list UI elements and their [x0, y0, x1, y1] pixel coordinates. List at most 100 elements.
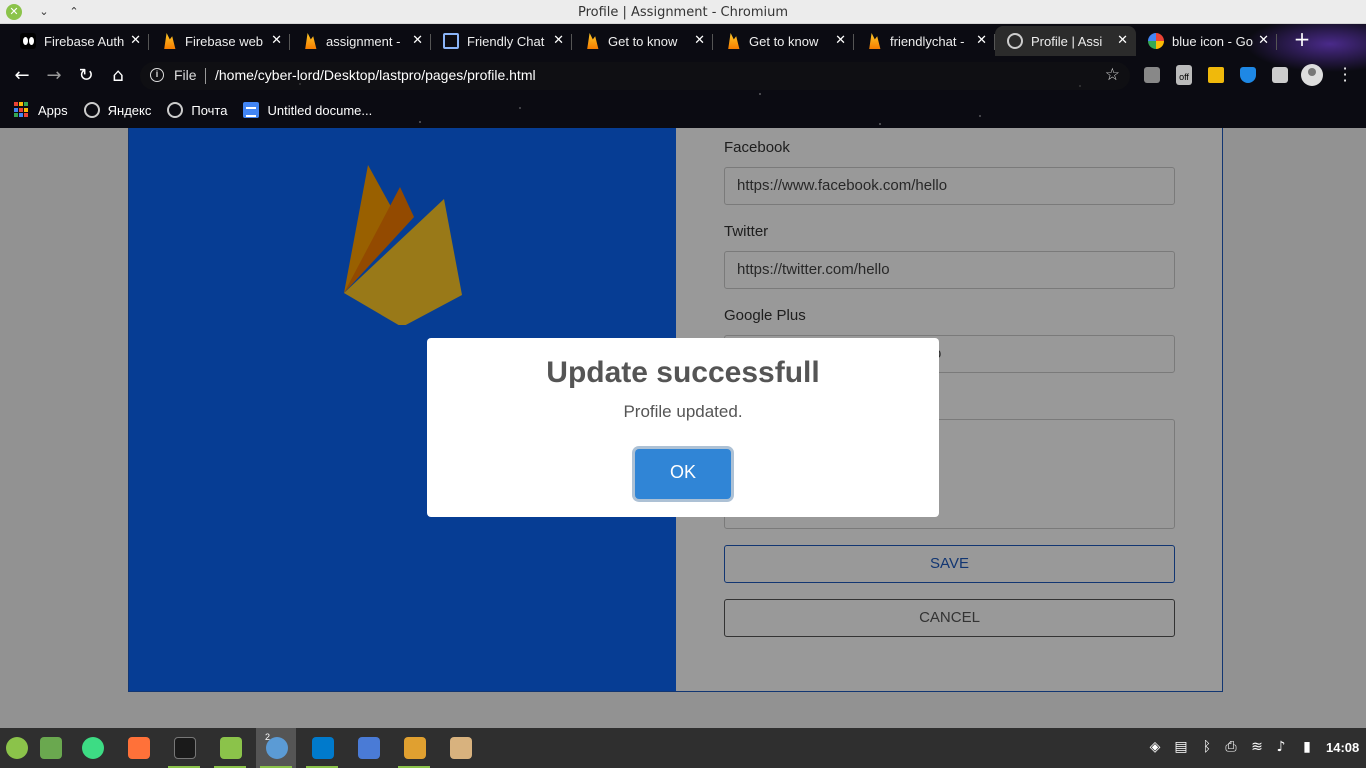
mint-menu-icon: [6, 737, 28, 759]
sublime-text-button[interactable]: [394, 728, 434, 768]
page-viewport: Facebook https://www.facebook.com/hello …: [0, 128, 1366, 728]
wifi-tray-icon[interactable]: ≋: [1248, 738, 1266, 756]
firebase-icon: [305, 33, 317, 49]
tab-firebase-web[interactable]: Firebase web ✕: [149, 26, 290, 56]
tab-get-to-know-2[interactable]: Get to know ✕: [713, 26, 854, 56]
apps-grid-icon: [14, 102, 30, 118]
tab-profile[interactable]: Profile | Assi ✕: [995, 26, 1136, 56]
tab-get-to-know-1[interactable]: Get to know ✕: [572, 26, 713, 56]
firebase-icon: [728, 33, 740, 49]
vscode-button[interactable]: [302, 728, 342, 768]
bluetooth-tray-icon[interactable]: ᛒ: [1198, 738, 1216, 756]
extension-shield-icon[interactable]: [1240, 67, 1256, 83]
bookmark-label: Почта: [191, 102, 228, 118]
android-studio-icon: [82, 737, 104, 759]
bookmark-apps[interactable]: Apps: [14, 102, 68, 118]
address-bar[interactable]: i File /home/cyber-lord/Desktop/lastpro/…: [140, 62, 1130, 90]
tab-blue-icon[interactable]: blue icon - Go ✕: [1136, 26, 1277, 56]
tab-label: assignment -: [326, 33, 401, 49]
globe-icon: [83, 102, 100, 118]
tab-friendlychat[interactable]: friendlychat - ✕: [854, 26, 995, 56]
vscode-icon: [312, 737, 334, 759]
extension-copy-icon[interactable]: [1144, 67, 1160, 83]
reload-button[interactable]: ↻: [76, 66, 96, 86]
terminal-icon: [174, 737, 196, 759]
tab-close-icon[interactable]: ✕: [1258, 33, 1269, 48]
bookmark-mail[interactable]: Почта: [167, 102, 227, 118]
printer-tray-icon[interactable]: ⎙: [1222, 738, 1240, 756]
firefox-button[interactable]: [118, 728, 158, 768]
tab-close-icon[interactable]: ✕: [412, 33, 423, 48]
archive-icon: [450, 737, 472, 759]
window-count-badge: 2: [265, 732, 271, 742]
divider: [205, 68, 206, 84]
bookmark-untitled-doc[interactable]: Untitled docume...: [243, 102, 372, 118]
info-icon[interactable]: i: [150, 68, 164, 82]
back-button[interactable]: ←: [12, 66, 32, 86]
google-icon: [1148, 33, 1164, 49]
bookmark-label: Untitled docume...: [267, 102, 373, 118]
globe-icon: [167, 102, 184, 118]
dialog-message: Profile updated.: [623, 402, 743, 421]
home-button[interactable]: ⌂: [108, 66, 128, 86]
bookmarks-bar: Apps Яндекс Почта Untitled docume...: [0, 96, 1366, 124]
tab-assignment[interactable]: assignment - ✕: [290, 26, 431, 56]
volume-tray-icon[interactable]: ♪: [1272, 738, 1290, 756]
ok-button[interactable]: OK: [635, 449, 731, 499]
forward-button[interactable]: →: [44, 66, 64, 86]
tab-close-icon[interactable]: ✕: [835, 33, 846, 48]
tab-strip: Firebase Auth ✕ Firebase web ✕ assignmen…: [8, 26, 1277, 56]
show-desktop-button[interactable]: [30, 728, 70, 768]
bookmark-yandex[interactable]: Яндекс: [83, 102, 152, 118]
tab-label: Get to know: [608, 33, 678, 49]
battery-tray-icon[interactable]: ▮: [1298, 738, 1316, 756]
firebase-auth-icon: [20, 33, 36, 49]
browser-toolbar: ← → ↻ ⌂ i File /home/cyber-lord/Desktop/…: [0, 58, 1366, 94]
tab-label: Get to know: [749, 33, 819, 49]
firebase-icon: [164, 33, 176, 49]
tab-close-icon[interactable]: ✕: [130, 33, 141, 48]
sublime-text-icon: [404, 737, 426, 759]
git-kraken-button[interactable]: [348, 728, 388, 768]
shield-tray-icon[interactable]: ◈: [1146, 738, 1164, 756]
dialog-title: Update successfull: [546, 356, 820, 389]
tab-label: Firebase web: [185, 33, 264, 49]
android-studio-button[interactable]: [72, 728, 112, 768]
window-title: Profile | Assignment - Chromium: [577, 5, 789, 20]
tab-close-icon[interactable]: ✕: [1117, 33, 1128, 48]
show-desktop-icon: [40, 737, 62, 759]
tab-close-icon[interactable]: ✕: [271, 33, 282, 48]
profile-avatar[interactable]: [1301, 64, 1323, 86]
window-title-bar: ✕ ⌄ ⌃ Profile | Assignment - Chromium: [0, 0, 1366, 24]
globe-icon: [1007, 33, 1023, 49]
bookmark-star-icon[interactable]: ☆: [1105, 65, 1120, 85]
browser-chrome: Firebase Auth ✕ Firebase web ✕ assignmen…: [0, 24, 1366, 128]
tab-firebase-auth[interactable]: Firebase Auth ✕: [8, 26, 149, 56]
archive-button[interactable]: [440, 728, 480, 768]
bookmark-label: Apps: [38, 102, 68, 118]
chromium-button[interactable]: 2: [256, 728, 296, 768]
success-dialog: Update successfull Profile updated. OK: [427, 338, 939, 517]
firebase-icon: [587, 33, 599, 49]
tab-friendly-chat[interactable]: Friendly Chat ✕: [431, 26, 572, 56]
new-tab-button[interactable]: +: [1292, 29, 1312, 49]
google-docs-icon: [243, 102, 260, 118]
extension-binance-icon[interactable]: [1208, 67, 1224, 83]
terminal-button[interactable]: [164, 728, 204, 768]
tab-close-icon[interactable]: ✕: [976, 33, 987, 48]
clipboard-tray-icon[interactable]: ▤: [1172, 738, 1190, 756]
chat-icon: [443, 33, 459, 49]
tab-close-icon[interactable]: ✕: [553, 33, 564, 48]
extensions-puzzle-icon[interactable]: [1272, 67, 1288, 83]
files-icon: [220, 737, 242, 759]
firebase-icon: [869, 33, 881, 49]
bookmark-label: Яндекс: [107, 102, 152, 118]
clock[interactable]: 14:08: [1326, 740, 1359, 755]
url-text[interactable]: /home/cyber-lord/Desktop/lastpro/pages/p…: [215, 67, 536, 83]
menu-kebab-icon[interactable]: · · ·: [1340, 61, 1350, 89]
extension-off-icon[interactable]: off: [1176, 65, 1192, 85]
files-button[interactable]: [210, 728, 250, 768]
firefox-icon: [128, 737, 150, 759]
git-kraken-icon: [358, 737, 380, 759]
tab-close-icon[interactable]: ✕: [694, 33, 705, 48]
